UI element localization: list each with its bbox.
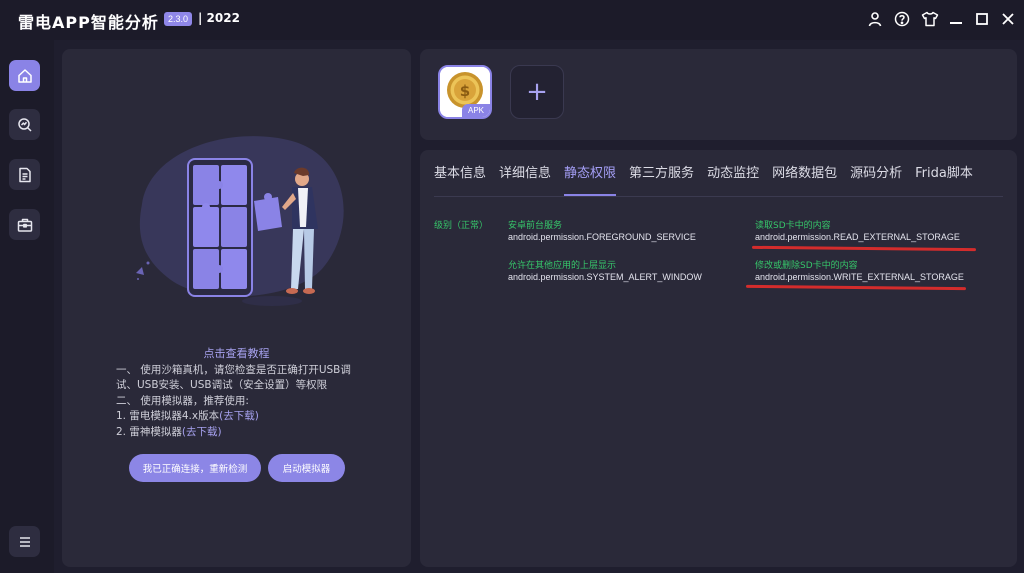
version-badge: 2.3.0 xyxy=(164,12,193,26)
year-text: | 2022 xyxy=(198,11,240,25)
app-title: 雷电APP智能分析 xyxy=(18,13,159,32)
analysis-panel: 基本信息 详细信息 静态权限 第三方服务 动态监控 网络数据包 源码分析 Fri… xyxy=(420,150,1017,567)
tab-basic-info[interactable]: 基本信息 xyxy=(434,166,486,196)
sidebar-item-document[interactable] xyxy=(9,159,40,190)
shirt-icon[interactable] xyxy=(920,9,940,29)
annotation-underline-write-storage xyxy=(745,284,967,290)
sidebar-item-home[interactable] xyxy=(9,60,40,91)
permission-name: android.permission.FOREGROUND_SERVICE xyxy=(508,232,696,242)
download-leishen-link[interactable]: (去下载) xyxy=(182,426,222,438)
toolbox-icon xyxy=(17,218,32,232)
help-icon[interactable] xyxy=(892,9,912,29)
tab-source-analysis[interactable]: 源码分析 xyxy=(850,166,902,196)
analysis-icon xyxy=(17,117,32,132)
permission-level-label: 级别（正常） xyxy=(434,221,489,231)
user-icon[interactable] xyxy=(865,9,885,29)
home-icon xyxy=(17,68,32,83)
add-icon: + xyxy=(526,77,548,107)
tab-network-packets[interactable]: 网络数据包 xyxy=(772,166,837,196)
permission-name: android.permission.WRITE_EXTERNAL_STORAG… xyxy=(755,272,964,282)
permission-name: android.permission.SYSTEM_ALERT_WINDOW xyxy=(508,272,702,282)
tutorial-line-4: 1. 雷电模拟器4.x版本(去下载) xyxy=(116,408,259,423)
tutorial-line-1: 一、 使用沙箱真机，请您检查是否正确打开USB调 xyxy=(116,364,351,376)
tutorial-line-5: 2. 雷神模拟器(去下载) xyxy=(116,424,222,439)
sidebar-item-toolbox[interactable] xyxy=(9,209,40,240)
view-tutorial-link[interactable]: 点击查看教程 xyxy=(62,345,411,361)
tab-divider xyxy=(434,196,1003,197)
download-leidian-link[interactable]: (去下载) xyxy=(219,410,259,422)
annotation-underline-read-storage xyxy=(751,245,977,251)
permission-label: 安卓前台服务 xyxy=(508,221,563,231)
tab-bar: 基本信息 详细信息 静态权限 第三方服务 动态监控 网络数据包 源码分析 Fri… xyxy=(434,166,986,196)
permission-label: 修改或删除SD卡中的内容 xyxy=(755,261,858,271)
permission-name: android.permission.READ_EXTERNAL_STORAGE xyxy=(755,232,960,242)
device-connection-panel: 点击查看教程 一、 使用沙箱真机，请您检查是否正确打开USB调 试、USB安装、… xyxy=(62,49,411,567)
tutorial-line-2: 试、USB安装、USB调试（安全设置）等权限 xyxy=(116,379,328,391)
title-bar: 雷电APP智能分析 2.3.0 | 2022 xyxy=(0,0,1024,40)
document-icon xyxy=(18,167,31,182)
tutorial-line-5-text: 2. 雷神模拟器 xyxy=(116,426,182,438)
add-app-button[interactable]: + xyxy=(510,65,564,119)
permission-label: 读取SD卡中的内容 xyxy=(755,221,831,231)
tutorial-line-3: 二、 使用模拟器，推荐使用: xyxy=(116,395,249,407)
tab-dynamic-monitor[interactable]: 动态监控 xyxy=(707,166,759,196)
sidebar xyxy=(0,40,54,573)
minimize-icon[interactable] xyxy=(946,9,966,29)
svg-text:$: $ xyxy=(460,82,470,100)
tutorial-line-4-text: 1. 雷电模拟器4.x版本 xyxy=(116,410,220,422)
app-card[interactable]: $ APK xyxy=(438,65,492,119)
maximize-icon[interactable] xyxy=(972,9,992,29)
tab-detail-info[interactable]: 详细信息 xyxy=(499,166,551,196)
start-emulator-button[interactable]: 启动模拟器 xyxy=(268,454,345,482)
sidebar-item-analysis[interactable] xyxy=(9,109,40,140)
tab-static-permissions[interactable]: 静态权限 xyxy=(564,166,617,196)
apk-badge: APK xyxy=(462,104,490,117)
reconnect-button[interactable]: 我已正确连接，重新检测 xyxy=(129,454,261,482)
puzzle-illustration xyxy=(136,136,344,306)
tab-third-party-services[interactable]: 第三方服务 xyxy=(629,166,694,196)
app-selector-panel: $ APK + xyxy=(420,49,1017,140)
sidebar-item-menu[interactable] xyxy=(9,526,40,557)
menu-icon xyxy=(19,536,30,547)
permission-label: 允许在其他应用的上层显示 xyxy=(508,261,617,271)
close-icon[interactable] xyxy=(998,9,1018,29)
tab-frida-script[interactable]: Frida脚本 xyxy=(915,166,973,196)
